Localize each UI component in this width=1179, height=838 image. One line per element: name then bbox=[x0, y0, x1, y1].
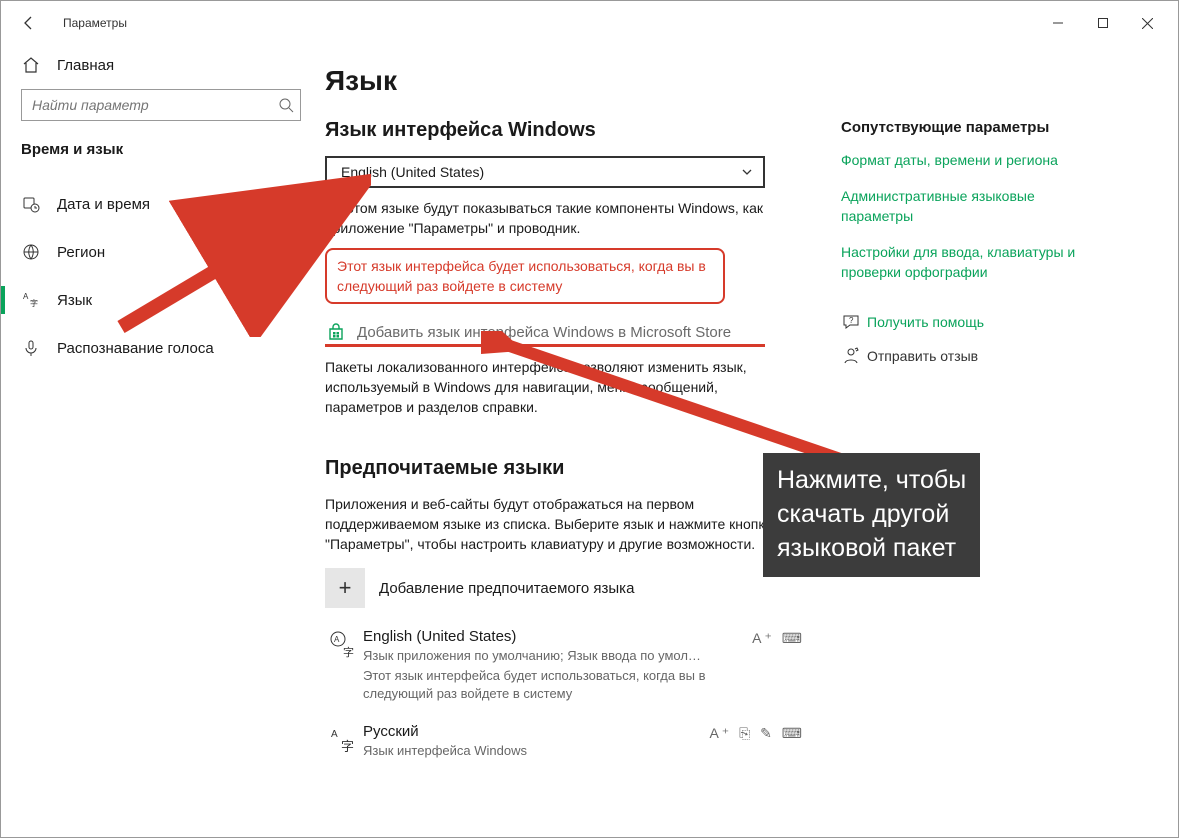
sidebar-item-label: Распознавание голоса bbox=[57, 340, 214, 357]
feedback-icon bbox=[841, 346, 867, 366]
add-display-language-store-link[interactable]: Добавить язык интерфейса Windows в Micro… bbox=[357, 324, 731, 341]
related-link-admin-lang[interactable]: Административные языковые параметры bbox=[841, 186, 1081, 226]
store-description: Пакеты локализованного интерфейса позвол… bbox=[325, 357, 785, 417]
sidebar-home-label: Главная bbox=[57, 57, 114, 74]
search-input[interactable] bbox=[32, 97, 278, 113]
language-note: Этот язык интерфейса будет использоватьс… bbox=[363, 667, 743, 703]
related-link-input-spell[interactable]: Настройки для ввода, клавиатуры и провер… bbox=[841, 242, 1081, 282]
language-subtext: Язык приложения по умолчанию; Язык ввода… bbox=[363, 647, 743, 665]
svg-text:字: 字 bbox=[341, 739, 354, 754]
store-icon bbox=[325, 322, 347, 342]
language-item-russian[interactable]: A字 Русский Язык интерфейса Windows A⁺ ⎘ … bbox=[325, 723, 805, 760]
svg-text:字: 字 bbox=[30, 298, 38, 308]
language-feature-badges: A⁺ ⎘ ✎ ⌨ bbox=[709, 723, 805, 760]
sidebar-category: Время и язык bbox=[9, 131, 313, 178]
related-heading: Сопутствующие параметры bbox=[841, 119, 1131, 136]
language-icon: A字 bbox=[21, 291, 41, 309]
language-glyph-icon: A字 bbox=[325, 628, 363, 703]
svg-text:A: A bbox=[331, 729, 338, 740]
back-button[interactable] bbox=[15, 9, 43, 37]
display-language-heading: Язык интерфейса Windows bbox=[325, 119, 805, 142]
sidebar: Главная Время и язык Дата и время bbox=[1, 45, 321, 837]
sidebar-item-datetime[interactable]: Дата и время bbox=[9, 184, 313, 224]
related-settings: Сопутствующие параметры Формат даты, вре… bbox=[841, 45, 1131, 837]
annotation-callout-text: Нажмите, чтобы скачать другой языковой п… bbox=[777, 466, 966, 562]
related-link-date-format[interactable]: Формат даты, времени и региона bbox=[841, 150, 1081, 170]
language-name: Русский bbox=[363, 723, 709, 740]
display-language-description: На этом языке будут показываться такие к… bbox=[325, 198, 785, 238]
window-title: Параметры bbox=[63, 16, 127, 30]
sidebar-item-label: Язык bbox=[57, 292, 92, 309]
annotation-underline bbox=[325, 344, 765, 347]
sidebar-item-label: Регион bbox=[57, 244, 105, 261]
maximize-button[interactable] bbox=[1080, 8, 1125, 38]
svg-text:字: 字 bbox=[343, 645, 354, 659]
globe-icon bbox=[21, 243, 41, 261]
give-feedback[interactable]: Отправить отзыв bbox=[841, 346, 1131, 366]
sidebar-item-speech[interactable]: Распознавание голоса bbox=[9, 328, 313, 368]
close-button[interactable] bbox=[1125, 8, 1170, 38]
preferred-languages-description: Приложения и веб-сайты будут отображатьс… bbox=[325, 494, 785, 554]
language-glyph-icon: A字 bbox=[325, 723, 363, 760]
svg-text:A: A bbox=[334, 635, 340, 644]
get-help-label: Получить помощь bbox=[867, 314, 984, 330]
annotation-callout: Нажмите, чтобы скачать другой языковой п… bbox=[763, 453, 980, 577]
feedback-label: Отправить отзыв bbox=[867, 348, 978, 364]
main-content: Язык Язык интерфейса Windows English (Un… bbox=[321, 45, 841, 837]
add-preferred-language[interactable]: + Добавление предпочитаемого языка bbox=[325, 568, 805, 608]
help-chat-icon: ? bbox=[841, 312, 867, 332]
chevron-down-icon bbox=[741, 166, 753, 178]
preferred-languages-heading: Предпочитаемые языки bbox=[325, 457, 805, 480]
search-input-wrap[interactable] bbox=[21, 89, 301, 121]
get-help[interactable]: ? Получить помощь bbox=[841, 312, 1131, 332]
home-icon bbox=[21, 56, 41, 74]
language-item-english[interactable]: A字 English (United States) Язык приложен… bbox=[325, 628, 805, 703]
plus-icon: + bbox=[325, 568, 365, 608]
page-title: Язык bbox=[325, 65, 805, 97]
calendar-clock-icon bbox=[21, 195, 41, 213]
display-language-dropdown[interactable]: English (United States) bbox=[325, 156, 765, 188]
sidebar-item-language[interactable]: A字 Язык bbox=[9, 280, 313, 320]
search-icon bbox=[278, 97, 294, 113]
sidebar-item-region[interactable]: Регион bbox=[9, 232, 313, 272]
sidebar-home[interactable]: Главная bbox=[9, 45, 313, 85]
add-preferred-language-label: Добавление предпочитаемого языка bbox=[379, 580, 634, 597]
display-language-value: English (United States) bbox=[341, 164, 484, 180]
language-name: English (United States) bbox=[363, 628, 752, 645]
language-feature-badges: A⁺ ⌨ bbox=[752, 628, 805, 703]
language-subtext: Язык интерфейса Windows bbox=[363, 742, 709, 760]
microphone-icon bbox=[21, 339, 41, 357]
minimize-button[interactable] bbox=[1035, 8, 1080, 38]
svg-text:A: A bbox=[23, 292, 29, 301]
svg-text:?: ? bbox=[849, 316, 854, 325]
sidebar-item-label: Дата и время bbox=[57, 196, 150, 213]
sign-in-notice: Этот язык интерфейса будет использоватьс… bbox=[325, 248, 725, 304]
